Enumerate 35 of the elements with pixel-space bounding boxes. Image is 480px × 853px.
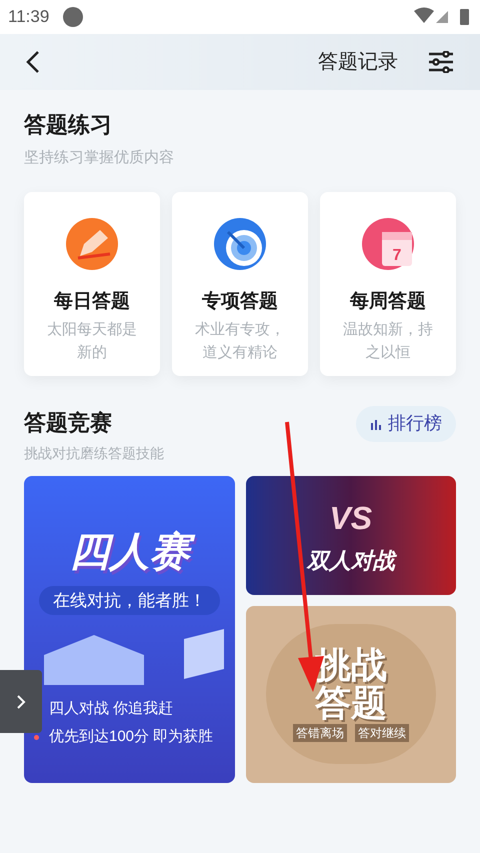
target-icon (214, 218, 266, 270)
section-title: 答题竞赛 (24, 408, 113, 436)
card-description: 术业有专攻，道义有精论 (194, 320, 286, 363)
back-icon[interactable] (26, 50, 40, 74)
practice-card[interactable]: 每日答题 太阳每天都是新的 (24, 192, 160, 376)
ranking-button[interactable]: 排行榜 (356, 406, 456, 442)
card-title: 四人赛 (61, 526, 198, 578)
settings-sliders-icon[interactable] (428, 51, 454, 73)
section-subtitle: 挑战对抗磨练答题技能 (24, 444, 164, 462)
bar-chart-icon (370, 418, 382, 430)
card-title: 专项答题 (202, 290, 278, 314)
calendar-icon: 7 (362, 218, 414, 270)
duel-card[interactable]: VS 双人对战 (246, 476, 456, 595)
section-title: 答题练习 (24, 111, 113, 139)
card-description: 温故知新，持之以恒 (342, 320, 434, 363)
section-subtitle: 坚持练习掌握优质内容 (24, 148, 175, 168)
card-title: 答题 (314, 684, 387, 722)
rule-text: 四人对战 你追我赶 (49, 698, 174, 718)
rule-text: 优先到达100分 即为获胜 (49, 727, 214, 747)
chevron-right-icon (16, 694, 26, 710)
four-player-card[interactable]: 四人赛 在线对抗，能者胜！ 四人对战 你追我赶 优先到达100分 即为获胜 (24, 476, 234, 782)
answer-record-link[interactable]: 答题记录 (318, 47, 398, 77)
card-description: 太阳每天都是新的 (46, 320, 138, 363)
vs-logo: VS (329, 498, 372, 538)
card-title: 双人对战 (306, 546, 395, 575)
practice-card[interactable]: 专项答题 术业有专攻，道义有精论 (172, 192, 308, 376)
practice-card[interactable]: 7 每周答题 温故知新，持之以恒 (320, 192, 456, 376)
card-title: 每周答题 (350, 290, 426, 314)
rule-tag: 答对继续 (354, 724, 409, 742)
pencil-icon (66, 218, 118, 270)
status-time: 11:39 (8, 6, 50, 28)
slogan: 在线对抗，能者胜！ (38, 586, 220, 615)
rule-tag: 答错离场 (292, 724, 347, 742)
card-title: 每日答题 (54, 290, 130, 314)
status-icons (414, 7, 472, 27)
